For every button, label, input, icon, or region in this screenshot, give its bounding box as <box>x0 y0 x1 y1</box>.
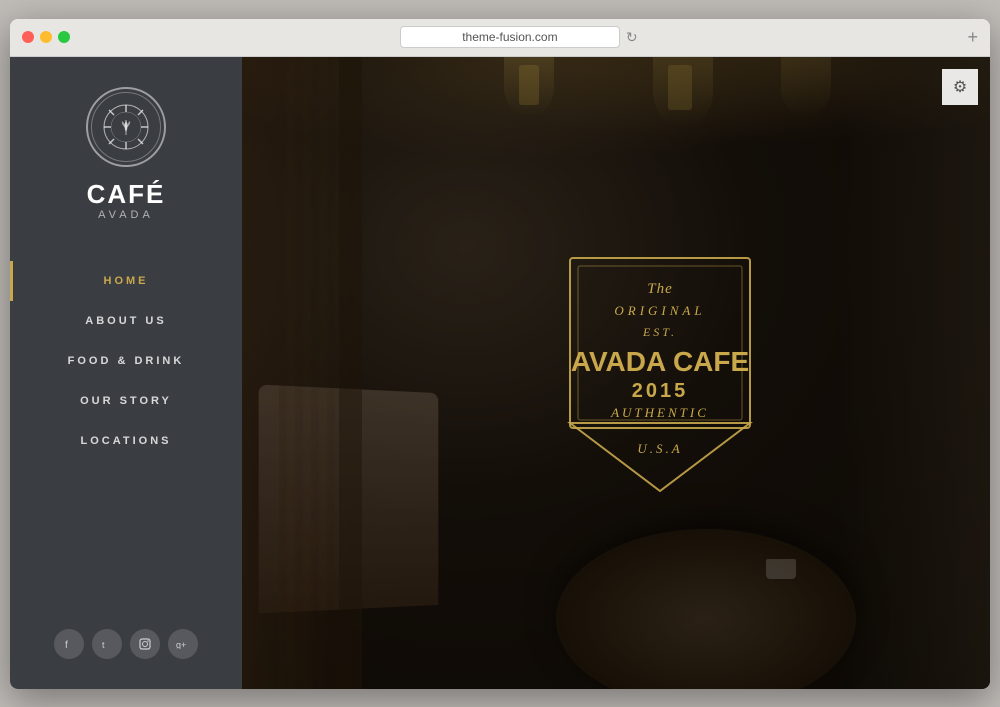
social-icons: f t g+ <box>54 609 198 659</box>
svg-text:AVADA CAFE: AVADA CAFE <box>571 346 749 377</box>
maximize-button[interactable] <box>58 31 70 43</box>
new-tab-button[interactable]: + <box>967 28 978 46</box>
refresh-icon[interactable]: ↻ <box>626 29 638 46</box>
traffic-lights <box>22 31 70 43</box>
nav-label-locations: LOCATIONS <box>81 435 172 447</box>
nav-label-our-story: OUR STORY <box>80 395 172 407</box>
browser-content: CAFÉ AVADA HOME ABOUT US FOOD & DRINK OU… <box>10 57 990 689</box>
minimize-button[interactable] <box>40 31 52 43</box>
window-right <box>840 57 990 689</box>
browser-chrome: theme-fusion.com ↻ + <box>10 19 990 57</box>
svg-text:2015: 2015 <box>632 380 689 402</box>
svg-text:The: The <box>647 281 673 297</box>
nav-label-about: ABOUT US <box>85 315 166 327</box>
svg-text:ORIGINAL: ORIGINAL <box>614 303 705 318</box>
settings-button[interactable]: ⚙ <box>942 69 978 105</box>
nav-label-food-drink: FOOD & DRINK <box>68 355 185 367</box>
cafe-subtitle: AVADA <box>98 209 154 221</box>
svg-text:U.S.A: U.S.A <box>637 441 682 456</box>
instagram-icon[interactable] <box>130 629 160 659</box>
sidebar: CAFÉ AVADA HOME ABOUT US FOOD & DRINK OU… <box>10 57 242 689</box>
cafe-table <box>556 529 856 689</box>
svg-text:t: t <box>102 640 105 650</box>
logo-section: CAFÉ AVADA <box>86 57 166 241</box>
url-input[interactable]: theme-fusion.com <box>400 26 620 48</box>
svg-text:AUTHENTIC: AUTHENTIC <box>610 405 709 420</box>
sidebar-item-home[interactable]: HOME <box>10 261 242 301</box>
twitter-icon[interactable]: t <box>92 629 122 659</box>
facebook-icon[interactable]: f <box>54 629 84 659</box>
google-plus-icon[interactable]: g+ <box>168 629 198 659</box>
nav-label-home: HOME <box>104 275 149 287</box>
logo-emblem <box>101 102 151 152</box>
main-content: The ORIGINAL EST. AVADA CAFE 2015 AUTHEN… <box>242 57 990 689</box>
sidebar-item-our-story[interactable]: OUR STORY <box>10 381 242 421</box>
gear-icon: ⚙ <box>953 77 967 97</box>
sidebar-item-food-drink[interactable]: FOOD & DRINK <box>10 341 242 381</box>
sidebar-item-locations[interactable]: LOCATIONS <box>10 421 242 461</box>
sidebar-item-about[interactable]: ABOUT US <box>10 301 242 341</box>
close-button[interactable] <box>22 31 34 43</box>
svg-text:g+: g+ <box>176 640 186 649</box>
logo-inner <box>91 92 161 162</box>
browser-window: theme-fusion.com ↻ + <box>10 19 990 689</box>
logo-circle <box>86 87 166 167</box>
brand-badge: The ORIGINAL EST. AVADA CAFE 2015 AUTHEN… <box>550 243 770 503</box>
badge-svg: The ORIGINAL EST. AVADA CAFE 2015 AUTHEN… <box>550 243 770 503</box>
address-bar: theme-fusion.com ↻ <box>118 26 919 48</box>
svg-text:f: f <box>65 640 68 650</box>
svg-text:EST.: EST. <box>642 325 677 339</box>
nav-menu: HOME ABOUT US FOOD & DRINK OUR STORY LOC… <box>10 261 242 609</box>
cafe-name: CAFÉ <box>87 181 166 207</box>
